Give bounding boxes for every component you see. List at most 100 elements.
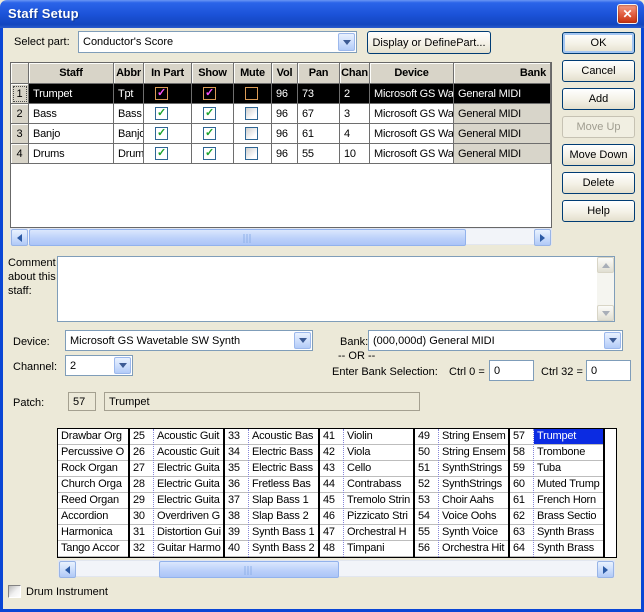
patch-name-cell[interactable]: Orchestral H bbox=[344, 525, 413, 541]
pan-cell[interactable]: 67 bbox=[298, 104, 340, 124]
patch-number-cell[interactable]: 62 bbox=[510, 509, 533, 525]
inpart-checkbox[interactable]: ✓ bbox=[155, 107, 168, 120]
patch-number-cell[interactable]: 33 bbox=[225, 429, 248, 445]
close-button[interactable]: ✕ bbox=[617, 4, 638, 24]
row-number-cell[interactable]: 1 bbox=[11, 84, 29, 104]
patch-name-cell[interactable]: Rock Organ bbox=[58, 461, 128, 477]
patch-name-cell[interactable]: Electric Guita bbox=[154, 493, 223, 509]
patch-number-cell[interactable]: 50 bbox=[415, 445, 438, 461]
column-header[interactable]: Show bbox=[192, 63, 234, 84]
patch-name-cell[interactable]: Orchestra Hit bbox=[439, 541, 508, 557]
channel-combobox[interactable]: 2 bbox=[65, 355, 133, 376]
column-header[interactable]: Bank bbox=[454, 63, 551, 84]
staff-cell[interactable]: Trumpet bbox=[29, 84, 114, 104]
column-header[interactable]: Abbr bbox=[114, 63, 144, 84]
patch-name-cell[interactable]: Contrabass bbox=[344, 477, 413, 493]
row-number-cell[interactable]: 3 bbox=[11, 124, 29, 144]
column-header[interactable]: Vol bbox=[272, 63, 298, 84]
chevron-down-icon[interactable] bbox=[294, 332, 311, 349]
bank-cell[interactable]: General MIDI bbox=[454, 104, 551, 124]
patch-number-cell[interactable]: 42 bbox=[320, 445, 343, 461]
patch-number-cell[interactable]: 61 bbox=[510, 493, 533, 509]
patch-number-cell[interactable]: 26 bbox=[130, 445, 153, 461]
column-header[interactable]: Pan bbox=[298, 63, 340, 84]
vol-cell[interactable]: 96 bbox=[272, 144, 298, 164]
chan-cell[interactable]: 3 bbox=[340, 104, 370, 124]
delete-button[interactable]: Delete bbox=[562, 172, 635, 194]
inpart-checkbox[interactable]: ✓ bbox=[155, 127, 168, 140]
patch-name-cell[interactable]: Fretless Bas bbox=[249, 477, 318, 493]
mute-checkbox[interactable]: ✓ bbox=[234, 144, 272, 164]
staff-table-hscrollbar[interactable] bbox=[10, 228, 552, 245]
patch-name-cell[interactable]: Trumpet bbox=[534, 429, 603, 445]
patch-name-cell[interactable]: Tango Accor bbox=[58, 541, 128, 557]
patch-grid-scroll-thumb[interactable] bbox=[159, 561, 339, 578]
patch-name-cell[interactable]: Cello bbox=[344, 461, 413, 477]
patch-number-cell[interactable]: 37 bbox=[225, 493, 248, 509]
scroll-left-icon[interactable] bbox=[11, 229, 28, 246]
mute-checkbox[interactable]: ✓ bbox=[245, 87, 258, 100]
patch-name-cell[interactable]: Violin bbox=[344, 429, 413, 445]
show-checkbox[interactable]: ✓ bbox=[203, 147, 216, 160]
show-checkbox[interactable]: ✓ bbox=[203, 127, 216, 140]
abbr-cell[interactable]: Drum bbox=[114, 144, 144, 164]
column-header[interactable]: Device bbox=[370, 63, 454, 84]
ok-button[interactable]: OK bbox=[562, 32, 635, 54]
patch-name-cell[interactable]: Acoustic Bas bbox=[249, 429, 318, 445]
staff-row[interactable]: 1TrumpetTpt✓✓✓96732Microsoft GS WaGenera… bbox=[11, 84, 551, 104]
patch-name-cell[interactable]: Tremolo Strin bbox=[344, 493, 413, 509]
chevron-down-icon[interactable] bbox=[604, 332, 621, 349]
patch-number-cell[interactable]: 39 bbox=[225, 525, 248, 541]
mute-checkbox[interactable]: ✓ bbox=[245, 127, 258, 140]
scroll-right-icon[interactable] bbox=[534, 229, 551, 246]
patch-name-cell[interactable]: Harmonica bbox=[58, 525, 128, 541]
show-checkbox[interactable]: ✓ bbox=[192, 124, 234, 144]
column-header[interactable]: Staff bbox=[29, 63, 114, 84]
patch-number-cell[interactable]: 32 bbox=[130, 541, 153, 557]
patch-name-cell[interactable]: Overdriven G bbox=[154, 509, 223, 525]
patch-name-cell[interactable]: Synth Bass 2 bbox=[249, 541, 318, 557]
patch-number-cell[interactable]: 27 bbox=[130, 461, 153, 477]
cancel-button[interactable]: Cancel bbox=[562, 60, 635, 82]
vol-cell[interactable]: 96 bbox=[272, 104, 298, 124]
row-number-cell[interactable]: 2 bbox=[11, 104, 29, 124]
patch-name-cell[interactable]: Drawbar Org bbox=[58, 429, 128, 445]
pan-cell[interactable]: 55 bbox=[298, 144, 340, 164]
drum-instrument-checkbox[interactable] bbox=[8, 585, 21, 598]
select-part-combobox[interactable]: Conductor's Score bbox=[78, 31, 357, 53]
patch-number-cell[interactable]: 28 bbox=[130, 477, 153, 493]
staff-cell[interactable]: Bass bbox=[29, 104, 114, 124]
patch-name-cell[interactable]: Synth Bass 1 bbox=[249, 525, 318, 541]
mute-checkbox[interactable]: ✓ bbox=[245, 107, 258, 120]
mute-checkbox[interactable]: ✓ bbox=[234, 124, 272, 144]
staff-row[interactable]: 4DrumsDrum✓✓✓965510Microsoft GS WaGenera… bbox=[11, 144, 551, 164]
pan-cell[interactable]: 61 bbox=[298, 124, 340, 144]
patch-number-cell[interactable]: 51 bbox=[415, 461, 438, 477]
titlebar[interactable]: Staff Setup ✕ bbox=[0, 0, 644, 28]
inpart-checkbox[interactable]: ✓ bbox=[144, 104, 192, 124]
patch-name-cell[interactable]: Viola bbox=[344, 445, 413, 461]
inpart-checkbox[interactable]: ✓ bbox=[144, 124, 192, 144]
inpart-checkbox[interactable]: ✓ bbox=[144, 144, 192, 164]
patch-name-cell[interactable]: String Ensem bbox=[439, 445, 508, 461]
column-header[interactable]: In Part bbox=[144, 63, 192, 84]
patch-number-cell[interactable]: 58 bbox=[510, 445, 533, 461]
patch-name-cell[interactable]: Reed Organ bbox=[58, 493, 128, 509]
patch-name-cell[interactable]: Timpani bbox=[344, 541, 413, 557]
bank-cell[interactable]: General MIDI bbox=[454, 124, 551, 144]
patch-number-cell[interactable]: 34 bbox=[225, 445, 248, 461]
patch-number-cell[interactable]: 41 bbox=[320, 429, 343, 445]
mute-checkbox[interactable]: ✓ bbox=[245, 147, 258, 160]
vol-cell[interactable]: 96 bbox=[272, 124, 298, 144]
show-checkbox[interactable]: ✓ bbox=[192, 84, 234, 104]
patch-name-cell[interactable]: Electric Bass bbox=[249, 445, 318, 461]
patch-name-cell[interactable]: Electric Guita bbox=[154, 461, 223, 477]
comment-vscrollbar[interactable] bbox=[597, 257, 614, 321]
staff-row[interactable]: 3BanjoBanjo✓✓✓96614Microsoft GS WaGenera… bbox=[11, 124, 551, 144]
chan-cell[interactable]: 2 bbox=[340, 84, 370, 104]
chevron-down-icon[interactable] bbox=[338, 33, 355, 51]
patch-name-cell[interactable]: Accordion bbox=[58, 509, 128, 525]
comment-textarea[interactable] bbox=[57, 256, 615, 322]
patch-number-cell[interactable]: 36 bbox=[225, 477, 248, 493]
patch-name-cell[interactable]: Choir Aahs bbox=[439, 493, 508, 509]
